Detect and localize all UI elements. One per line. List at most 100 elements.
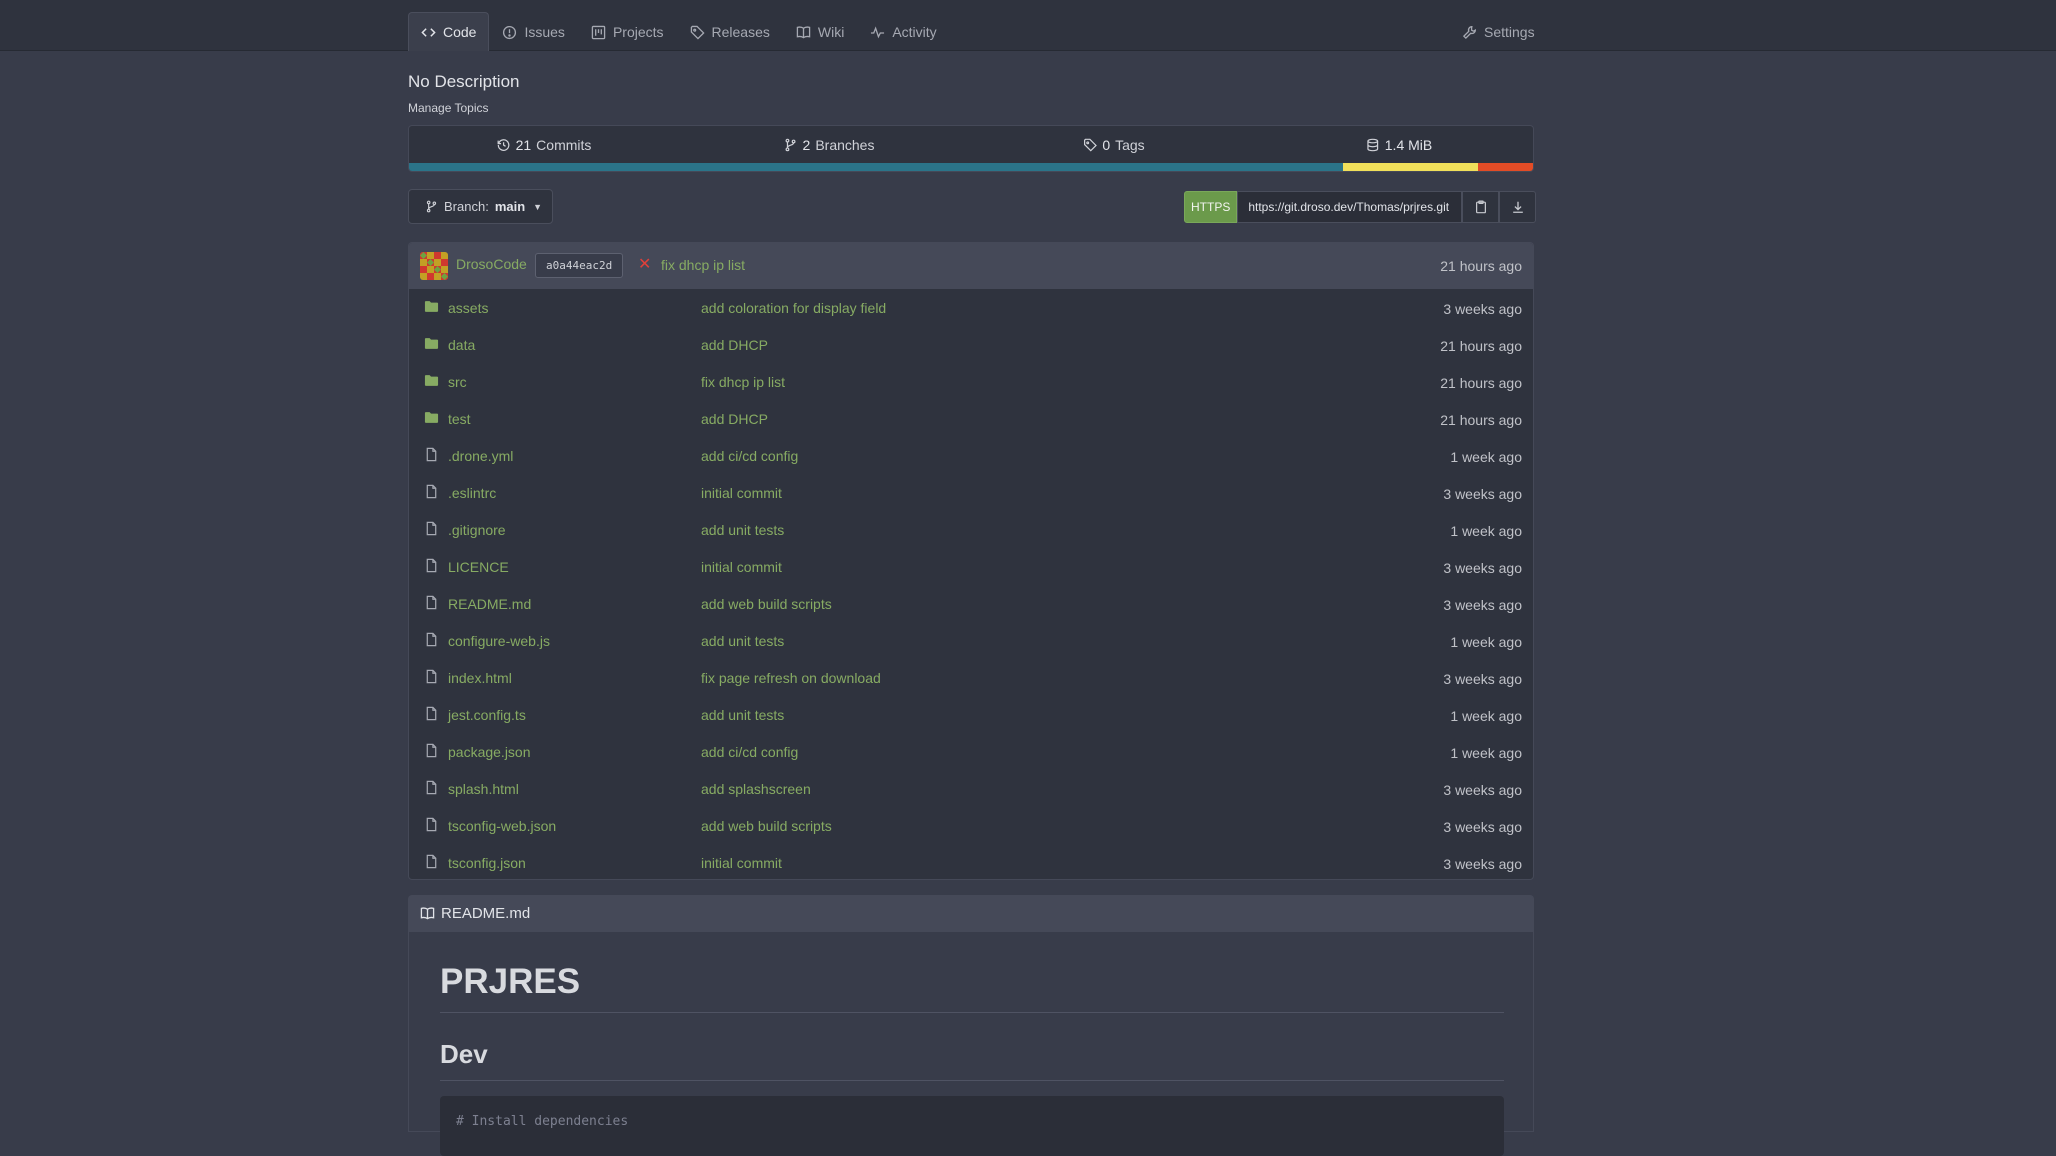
file-name-link[interactable]: tsconfig-web.json [448,818,556,834]
file-name-link[interactable]: .eslintrc [448,485,496,501]
file-name-link[interactable]: src [448,374,467,390]
avatar[interactable] [420,252,448,280]
commit-sha-button[interactable]: a0a44eac2d [535,253,624,278]
file-name-link[interactable]: index.html [448,670,512,686]
file-commit-time: 21 hours ago [1440,412,1522,428]
tab-settings[interactable]: Settings [1449,12,1548,51]
file-commit-time: 21 hours ago [1440,375,1522,391]
file-commit-message-link[interactable]: add unit tests [701,707,784,723]
commit-message-link[interactable]: fix dhcp ip list [661,257,745,273]
branch-dropdown-button[interactable]: Branch: main ▼ [408,189,553,224]
file-commit-time: 3 weeks ago [1443,782,1522,798]
file-name-link[interactable]: assets [448,300,488,316]
branch-icon [785,138,796,152]
commit-author-link[interactable]: DrosoCode [456,256,527,272]
code-line: # Install dependencies [456,1114,629,1129]
file-icon [424,669,439,684]
tab-issues[interactable]: Issues [489,12,577,51]
file-commit-message-link[interactable]: fix dhcp ip list [701,374,785,390]
file-commit-time: 1 week ago [1450,523,1522,539]
project-icon [591,25,606,39]
file-commit-message-link[interactable]: add web build scripts [701,818,832,834]
file-name-link[interactable]: test [448,411,471,427]
tab-projects[interactable]: Projects [578,12,677,51]
file-commit-time: 3 weeks ago [1443,671,1522,687]
file-commit-message-link[interactable]: add web build scripts [701,596,832,612]
branch-icon [426,200,437,213]
repo-tabs: Code Issues Projects Releases Wiki Activ… [408,12,950,51]
file-name-link[interactable]: .gitignore [448,522,506,538]
file-commit-message-link[interactable]: initial commit [701,485,782,501]
download-button[interactable] [1499,191,1537,223]
book-icon [420,907,435,920]
commits-label: Commits [536,137,592,153]
file-commit-message-link[interactable]: initial commit [701,855,782,871]
table-row: configure-web.js add unit tests 1 week ago [409,622,1533,659]
readme-content: PRJRES Dev # Install dependencies [408,932,1534,1156]
file-commit-time: 1 week ago [1450,449,1522,465]
table-row: tsconfig.json initial commit 3 weeks ago [409,844,1533,879]
file-name-link[interactable]: configure-web.js [448,633,550,649]
commit-time: 21 hours ago [1440,258,1522,274]
tab-label: Issues [524,24,565,40]
file-commit-time: 3 weeks ago [1443,819,1522,835]
file-commit-time: 1 week ago [1450,634,1522,650]
file-name-link[interactable]: data [448,337,475,353]
table-row: tsconfig-web.json add web build scripts 3 … [409,807,1533,844]
file-icon [424,558,439,573]
tab-code[interactable]: Code [408,12,490,51]
file-commit-message-link[interactable]: add DHCP [701,337,768,353]
tags-label: Tags [1115,137,1145,153]
copy-url-button[interactable] [1462,191,1500,223]
branches-label: Branches [815,137,875,153]
tags-link[interactable]: 0 Tags [1083,126,1145,164]
file-commit-message-link[interactable]: add DHCP [701,411,768,427]
readme-heading-2: Dev [440,1039,1504,1081]
file-name-link[interactable]: package.json [448,744,531,760]
readme-code-block: # Install dependencies [440,1096,1504,1156]
language-stats-bar[interactable] [409,163,1533,171]
file-name-link[interactable]: README.md [448,596,531,612]
file-commit-time: 3 weeks ago [1443,597,1522,613]
https-protocol-button[interactable]: HTTPS [1184,191,1238,223]
file-name-link[interactable]: LICENCE [448,559,509,575]
language-segment[interactable] [1343,163,1478,171]
language-segment[interactable] [1477,163,1533,171]
language-segment[interactable] [409,163,1344,171]
manage-topics-link[interactable]: Manage Topics [408,101,489,115]
file-commit-message-link[interactable]: add coloration for display field [701,300,886,316]
file-commit-time: 1 week ago [1450,745,1522,761]
file-commit-message-link[interactable]: add ci/cd config [701,744,798,760]
folder-icon [424,336,439,351]
ci-failed-icon[interactable]: ✕ [638,254,651,274]
tab-releases[interactable]: Releases [677,12,783,51]
branches-link[interactable]: 2 Branches [784,126,875,164]
file-icon [424,595,439,610]
file-commit-message-link[interactable]: initial commit [701,559,782,575]
file-commit-message-link[interactable]: add ci/cd config [701,448,798,464]
pulse-icon [871,25,885,38]
folder-icon [424,299,439,314]
tab-wiki[interactable]: Wiki [783,12,857,51]
file-name-link[interactable]: jest.config.ts [448,707,526,723]
file-name-link[interactable]: .drone.yml [448,448,513,464]
file-name-link[interactable]: tsconfig.json [448,855,526,871]
file-list: assets add coloration for display field 3 … [409,289,1533,879]
commits-link[interactable]: 21 Commits [497,126,592,164]
file-commit-message-link[interactable]: fix page refresh on download [701,670,881,686]
repo-stats-bar: 21 Commits 2 Branches 0 Tags 1.4 MiB [408,125,1534,172]
file-commit-message-link[interactable]: add unit tests [701,522,784,538]
issue-icon [503,25,517,39]
clone-url-input[interactable] [1237,191,1463,223]
file-name-link[interactable]: splash.html [448,781,519,797]
file-commit-message-link[interactable]: add unit tests [701,633,784,649]
tab-label: Releases [711,24,770,40]
readme-filename[interactable]: README.md [441,905,530,922]
repo-size: 1.4 MiB [1366,126,1432,164]
file-commit-message-link[interactable]: add splashscreen [701,781,811,797]
table-row: data add DHCP 21 hours ago [409,326,1533,363]
table-row: .gitignore add unit tests 1 week ago [409,511,1533,548]
file-icon [424,817,439,832]
clone-panel: HTTPS [1184,191,1537,223]
tab-activity[interactable]: Activity [857,12,949,51]
